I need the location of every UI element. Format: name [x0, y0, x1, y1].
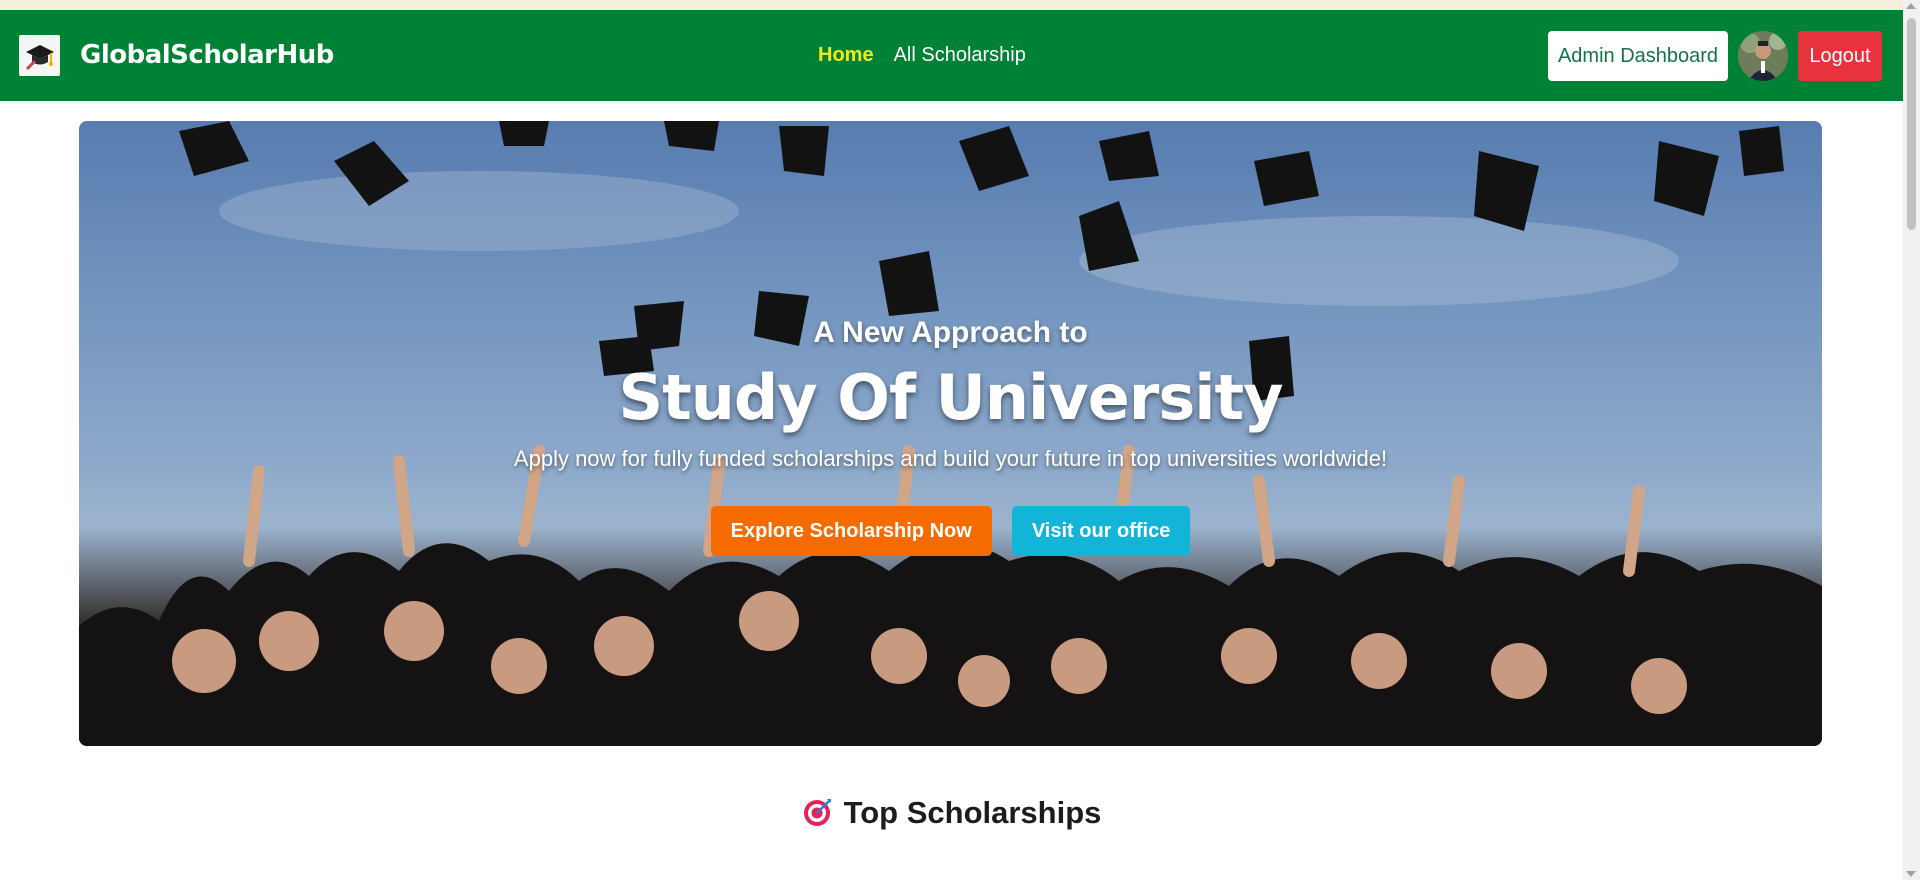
nav-links: Home All Scholarship — [818, 44, 1026, 67]
navbar: GlobalScholarHub Home All Scholarship Ad… — [0, 10, 1903, 101]
scroll-down-icon[interactable] — [1906, 871, 1916, 877]
top-strip — [0, 0, 1903, 10]
nav-link-all-scholarship[interactable]: All Scholarship — [894, 44, 1026, 67]
brand-name[interactable]: GlobalScholarHub — [80, 40, 334, 70]
explore-scholarship-button[interactable]: Explore Scholarship Now — [710, 506, 992, 556]
hero-buttons: Explore Scholarship Now Visit our office — [79, 506, 1822, 556]
section-heading: Top Scholarships — [0, 795, 1903, 831]
scroll-thumb[interactable] — [1907, 18, 1916, 230]
scroll-up-icon[interactable] — [1906, 3, 1916, 9]
user-avatar-image — [1738, 31, 1788, 81]
section-title: Top Scholarships — [843, 795, 1102, 830]
hero-kicker: A New Approach to — [813, 316, 1088, 349]
hero-subtitle: Apply now for fully funded scholarships … — [513, 446, 1388, 471]
hero-title: Study Of University — [618, 361, 1283, 434]
admin-dashboard-button[interactable]: Admin Dashboard — [1548, 31, 1728, 81]
graduation-cap-icon — [25, 44, 54, 70]
scrollbar[interactable] — [1903, 0, 1920, 880]
target-icon — [803, 799, 831, 826]
visit-office-button[interactable]: Visit our office — [1011, 506, 1191, 556]
hero-content: A New Approach to Study Of University Ap… — [79, 121, 1822, 746]
nav-link-home[interactable]: Home — [818, 44, 874, 67]
logout-button[interactable]: Logout — [1798, 31, 1882, 81]
logo[interactable] — [19, 35, 60, 76]
hero-banner: A New Approach to Study Of University Ap… — [79, 121, 1822, 746]
avatar[interactable] — [1738, 31, 1788, 81]
